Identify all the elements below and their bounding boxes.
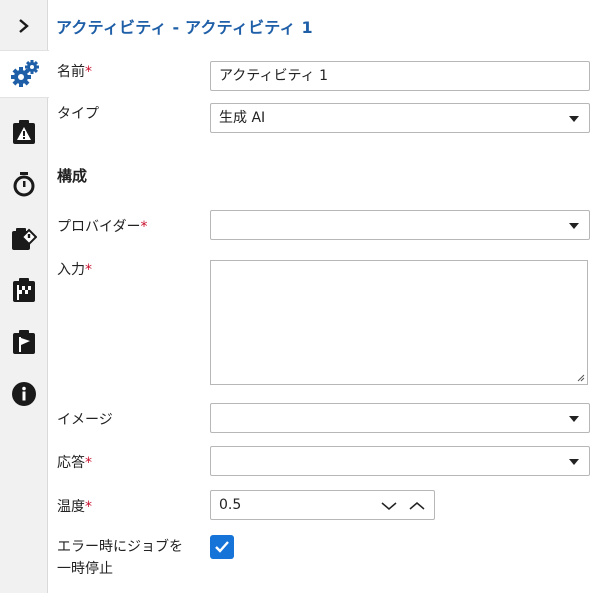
warning-clipboard-icon <box>13 120 35 144</box>
provider-select[interactable] <box>210 210 590 240</box>
image-label: イメージ <box>57 412 113 428</box>
name-input[interactable]: アクティビティ 1 <box>210 61 590 91</box>
pause-on-error-label: エラー時にジョブを 一時停止 <box>57 538 183 578</box>
decrement-button[interactable] <box>379 496 399 516</box>
temperature-stepper[interactable]: 0.5 <box>210 490 435 520</box>
page-title: アクティビティ - アクティビティ 1 <box>56 18 313 37</box>
info-icon <box>12 382 36 406</box>
sidebar-item-alerts[interactable] <box>0 108 48 156</box>
name-label: 名前* <box>57 64 92 80</box>
temperature-value: 0.5 <box>219 497 242 513</box>
sidebar-item-info[interactable] <box>0 370 48 418</box>
required-mark: * <box>140 219 148 235</box>
pause-on-error-label-line1: エラー時にジョブを <box>57 539 183 555</box>
required-mark: * <box>85 262 92 278</box>
caret-down-icon <box>569 116 579 122</box>
collapse-toggle-button[interactable] <box>0 2 48 50</box>
sidebar-item-milestone[interactable] <box>0 318 48 366</box>
checkmark-icon <box>215 541 229 553</box>
required-mark: * <box>85 455 92 471</box>
checkered-flag-clipboard-icon <box>13 278 35 302</box>
flag-clipboard-icon <box>13 330 35 354</box>
input-textarea[interactable] <box>210 260 588 385</box>
chevron-down-icon <box>381 502 397 510</box>
sidebar-rail <box>0 0 49 593</box>
section-title-configuration: 構成 <box>57 167 88 185</box>
pause-on-error-label-line2: 一時停止 <box>57 561 113 577</box>
stopwatch-icon <box>13 172 35 197</box>
input-label: 入力* <box>57 262 92 278</box>
sidebar-item-decision[interactable] <box>0 214 48 262</box>
sidebar-item-finish[interactable] <box>0 266 48 314</box>
caret-down-icon <box>569 459 579 465</box>
type-select[interactable]: 生成 AI <box>210 103 590 133</box>
gears-icon <box>10 60 39 87</box>
type-label: タイプ <box>57 106 99 122</box>
sidebar-item-settings[interactable] <box>0 50 49 98</box>
increment-button[interactable] <box>407 496 427 516</box>
sidebar-item-timer[interactable] <box>0 160 48 208</box>
caret-down-icon <box>569 416 579 422</box>
provider-label: プロバイダー* <box>57 219 148 235</box>
required-mark: * <box>85 64 92 80</box>
pause-on-error-checkbox[interactable] <box>210 535 234 559</box>
caret-down-icon <box>569 223 579 229</box>
chevron-right-icon <box>19 19 29 33</box>
required-mark: * <box>85 499 92 515</box>
response-label: 応答* <box>57 455 92 471</box>
temperature-label: 温度* <box>57 499 92 515</box>
clipboard-diamond-icon <box>12 228 37 250</box>
type-select-value: 生成 AI <box>219 110 266 126</box>
chevron-up-icon <box>409 502 425 510</box>
image-select[interactable] <box>210 403 590 433</box>
response-select[interactable] <box>210 446 590 476</box>
resize-grip-icon[interactable] <box>576 373 585 382</box>
